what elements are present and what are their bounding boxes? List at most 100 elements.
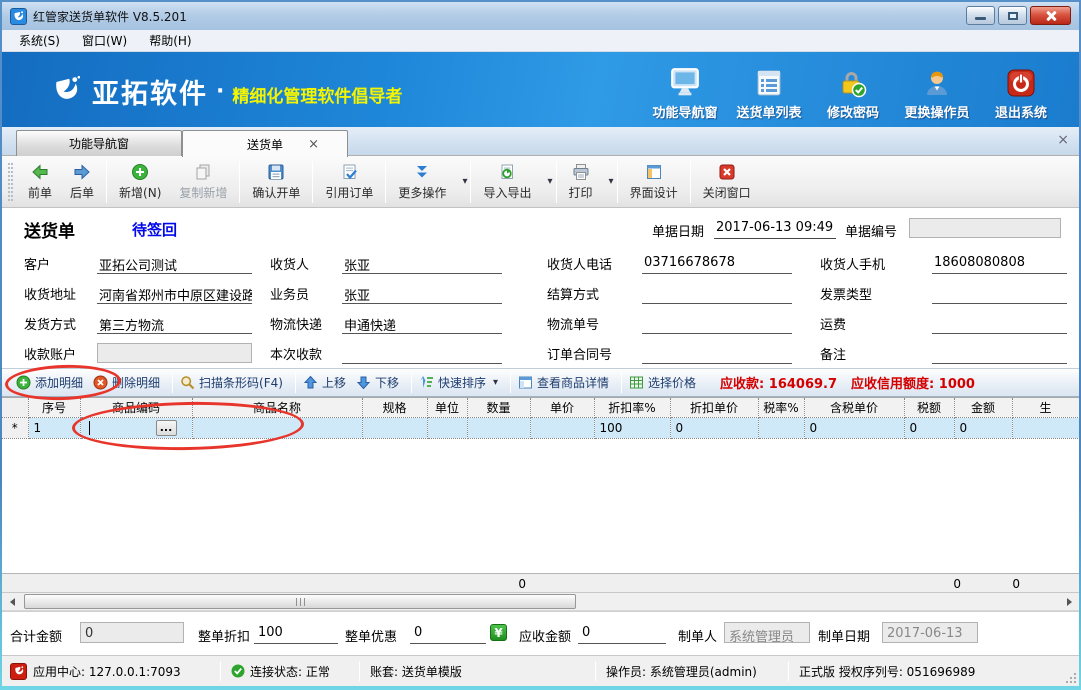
horizontal-scrollbar[interactable] <box>2 593 1079 611</box>
tabstrip-close-icon[interactable]: × <box>1057 132 1069 148</box>
tab-delivery-order[interactable]: 送货单 × <box>182 130 348 157</box>
cell-tax[interactable]: 0 <box>904 418 954 439</box>
view-product-detail-button[interactable]: 查看商品详情 <box>518 374 609 391</box>
nav-window-button[interactable]: 功能导航窗 <box>643 62 727 121</box>
settlement-field[interactable] <box>642 282 792 304</box>
menu-help[interactable]: 帮助(H) <box>138 30 202 51</box>
product-picker-button[interactable]: ... <box>156 420 177 436</box>
new-order-button[interactable]: 新增(N) <box>110 159 170 205</box>
print-button[interactable]: 打印 <box>560 159 602 205</box>
quick-sort-button[interactable]: 快速排序 ▾ <box>419 374 498 391</box>
col-spec[interactable]: 规格 <box>362 398 427 418</box>
menu-system[interactable]: 系统(S) <box>8 30 71 51</box>
col-amount[interactable]: 金额 <box>954 398 1012 418</box>
address-field[interactable]: 河南省郑州市中原区建设路 <box>97 282 252 304</box>
print-dropdown-arrow[interactable]: ▾ <box>609 176 614 187</box>
freight-field[interactable] <box>932 312 1067 334</box>
col-qty[interactable]: 数量 <box>467 398 530 418</box>
remark-field[interactable] <box>932 342 1067 364</box>
switch-operator-button[interactable]: 更换操作员 <box>895 62 979 121</box>
detail-toolbar: 添加明细 删除明细 扫描条形码(F4) 上移 下移 快速排序 ▾ 查看商 <box>2 368 1079 397</box>
cell-seq[interactable]: 1 <box>28 418 80 439</box>
order-discount-field[interactable]: 100 <box>254 622 338 644</box>
total-amount-field: 0 <box>80 622 184 643</box>
window-frame: 红管家送货单软件 V8.5.201 系统(S) 窗口(W) 帮助(H) 亚拓软件… <box>0 0 1081 690</box>
col-tax[interactable]: 税额 <box>904 398 954 418</box>
cell-qty[interactable] <box>467 418 530 439</box>
grid-row-1[interactable]: * 1 ... 100 0 0 0 0 <box>2 418 1079 439</box>
currency-icon[interactable]: ¥ <box>490 624 507 641</box>
cell-discount-price[interactable]: 0 <box>670 418 758 439</box>
cell-product-name[interactable] <box>192 418 362 439</box>
confirm-order-button[interactable]: 确认开单 <box>243 159 309 205</box>
customer-field[interactable]: 亚拓公司测试 <box>97 252 252 274</box>
col-tax-incl-price[interactable]: 含税单价 <box>804 398 904 418</box>
logistics-field[interactable]: 申通快递 <box>342 312 502 334</box>
col-price[interactable]: 单价 <box>530 398 594 418</box>
cell-tax-incl-price[interactable]: 0 <box>804 418 904 439</box>
scroll-right-button[interactable] <box>1061 594 1077 610</box>
cell-tax-rate[interactable] <box>758 418 804 439</box>
scan-barcode-button[interactable]: 扫描条形码(F4) <box>180 374 283 391</box>
salesman-field[interactable]: 张亚 <box>342 282 502 304</box>
toolbar-separator <box>617 161 618 203</box>
cell-spec[interactable] <box>362 418 427 439</box>
select-price-button[interactable]: 选择价格 <box>629 374 696 391</box>
order-coupon-field[interactable]: 0 <box>410 622 486 644</box>
restore-button[interactable] <box>998 6 1027 25</box>
doc-date-field[interactable]: 2017-06-13 09:49 <box>714 218 836 239</box>
invoice-type-field[interactable] <box>932 282 1067 304</box>
consignee-field[interactable]: 张亚 <box>342 252 502 274</box>
cell-product-code[interactable]: ... <box>80 418 192 439</box>
detailbar-separator <box>411 373 412 393</box>
close-button[interactable] <box>1030 6 1071 25</box>
cell-amount[interactable]: 0 <box>954 418 1012 439</box>
quote-order-button[interactable]: 引用订单 <box>316 159 382 205</box>
col-truncated[interactable]: 生 <box>1012 398 1079 418</box>
next-order-button[interactable]: 后单 <box>61 159 103 205</box>
menu-window[interactable]: 窗口(W) <box>71 30 138 51</box>
scrollbar-thumb[interactable] <box>24 594 576 609</box>
consignee-phone-field[interactable]: 03716678678 <box>642 252 792 274</box>
col-seq[interactable]: 序号 <box>28 398 80 418</box>
delivery-list-button[interactable]: 送货单列表 <box>727 62 811 121</box>
change-password-button[interactable]: 修改密码 <box>811 62 895 121</box>
prev-order-button[interactable]: 前单 <box>19 159 61 205</box>
more-actions-button[interactable]: 更多操作 <box>389 159 455 205</box>
ship-method-field[interactable]: 第三方物流 <box>97 312 252 334</box>
payment-now-field[interactable] <box>342 342 502 364</box>
cell-price[interactable] <box>530 418 594 439</box>
col-discount-price[interactable]: 折扣单价 <box>670 398 758 418</box>
cell-truncated[interactable] <box>1012 418 1079 439</box>
ui-design-button[interactable]: 界面设计 <box>621 159 687 205</box>
consignee-mobile-field[interactable]: 18608080808 <box>932 252 1067 274</box>
doc-date-label: 单据日期 <box>652 221 704 240</box>
move-down-button[interactable]: 下移 <box>356 374 399 391</box>
col-product-name[interactable]: 商品名称 <box>192 398 362 418</box>
minimize-button[interactable] <box>966 6 995 25</box>
more-actions-dropdown-arrow[interactable]: ▾ <box>462 176 467 187</box>
tab-nav-window[interactable]: 功能导航窗 <box>16 130 182 156</box>
chevrons-down-icon <box>413 162 431 182</box>
move-up-button[interactable]: 上移 <box>303 374 346 391</box>
delete-detail-button[interactable]: 删除明细 <box>93 374 160 391</box>
col-product-code[interactable]: 商品编码 <box>80 398 192 418</box>
scroll-left-button[interactable] <box>4 594 20 610</box>
quick-sort-dropdown-arrow[interactable]: ▾ <box>493 377 498 388</box>
import-export-dropdown-arrow[interactable]: ▾ <box>547 176 552 187</box>
receivable-field[interactable]: 0 <box>578 622 666 644</box>
add-detail-button[interactable]: 添加明细 <box>16 374 83 391</box>
cell-discount-rate[interactable]: 100 <box>594 418 670 439</box>
contract-no-field[interactable] <box>642 342 792 364</box>
close-window-button[interactable]: 关闭窗口 <box>694 159 760 205</box>
grid-summary-row: 0 0 0 <box>2 573 1079 593</box>
exit-system-button[interactable]: 退出系统 <box>979 62 1063 121</box>
tab-close-icon[interactable]: × <box>308 137 319 152</box>
col-unit[interactable]: 单位 <box>427 398 467 418</box>
tracking-no-field[interactable] <box>642 312 792 334</box>
resize-grip[interactable] <box>1074 681 1076 683</box>
cell-unit[interactable] <box>427 418 467 439</box>
import-export-button[interactable]: 导入导出 <box>474 159 540 205</box>
col-discount-rate[interactable]: 折扣率% <box>594 398 670 418</box>
col-tax-rate[interactable]: 税率% <box>758 398 804 418</box>
